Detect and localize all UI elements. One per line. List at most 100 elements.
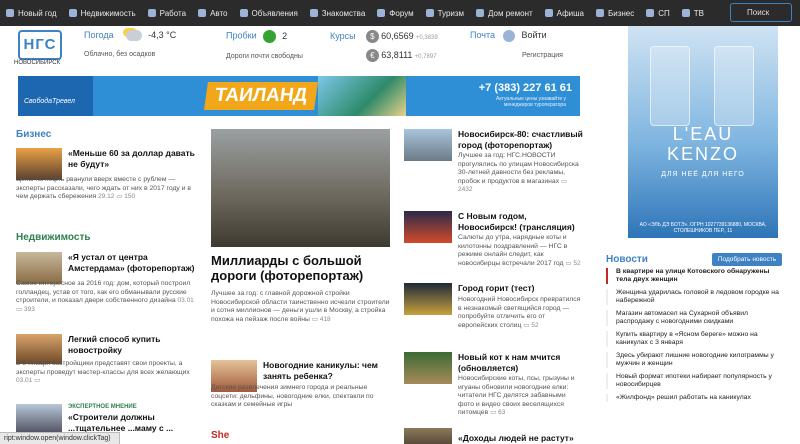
- expert-label: ЭКСПЕРТНОЕ МНЕНИЕ: [68, 404, 137, 410]
- news-item[interactable]: Женщина ударилась головой в ледовом горо…: [606, 289, 786, 305]
- news-item[interactable]: Здесь убирают лишние новогодние килограм…: [606, 352, 786, 368]
- article-title[interactable]: Легкий способ купить новостройку: [68, 334, 198, 356]
- article-lead: Самое интересное за 2016 год: дом, котор…: [16, 280, 194, 313]
- register-link[interactable]: Регистрация: [522, 52, 563, 59]
- article-title[interactable]: Новый кот к нам мчится (обновляется): [458, 352, 583, 374]
- section-news[interactable]: Новости: [606, 254, 648, 265]
- login-link[interactable]: Войти: [521, 30, 546, 40]
- tree-icon: [6, 9, 14, 17]
- nav-item-auto[interactable]: Авто: [198, 9, 228, 18]
- chat-icon: [377, 9, 386, 17]
- section-she[interactable]: She: [211, 430, 229, 441]
- article-title[interactable]: «Я устал от центра Амстердама» (фоторепо…: [68, 252, 198, 274]
- usd-delta: +0,3839: [415, 35, 438, 41]
- news-item[interactable]: Магазин автомасел на Сухарной объявил ра…: [606, 310, 786, 326]
- news-list: В квартире на улице Котовского обнаружен…: [606, 268, 786, 407]
- road-photo[interactable]: [211, 129, 390, 247]
- nav-item-tourism[interactable]: Туризм: [425, 9, 464, 18]
- nav-item-tv[interactable]: ТВ: [681, 9, 704, 18]
- car-icon: [198, 9, 207, 17]
- nav-item-new-year[interactable]: Новый год: [6, 9, 57, 18]
- search-button[interactable]: Поиск: [730, 3, 792, 22]
- plane-icon: [425, 9, 434, 17]
- perfume-bottle-left: [650, 46, 690, 126]
- nav-item-sp[interactable]: СП: [646, 9, 670, 18]
- fireworks-photo[interactable]: [404, 211, 452, 243]
- news-item[interactable]: Новый формат ипотеки набирает популярнос…: [606, 373, 786, 389]
- nav-item-home-repair[interactable]: Дом ремонт: [476, 9, 533, 18]
- site-logo[interactable]: НГС: [18, 30, 62, 60]
- tv-icon: [681, 9, 690, 17]
- perfume-bottle-right: [714, 46, 754, 126]
- article-lead: Цены на нефть рванули вверх вместе с руб…: [16, 176, 192, 200]
- traffic-level: 2: [282, 30, 288, 41]
- ad-legal: АО «ЭЛЬ ДЭ БОТЭ». ОГРН 1027739136880, МО…: [639, 222, 767, 234]
- nav-item-forum[interactable]: Форум: [377, 9, 414, 18]
- article-title[interactable]: «Доходы людей не растут»: [458, 433, 583, 444]
- article-title[interactable]: Город горит (тест): [458, 283, 583, 294]
- article-lead: В 8 января застройщики представят свои п…: [16, 360, 190, 384]
- night-city-photo[interactable]: [404, 283, 452, 315]
- section-business[interactable]: Бизнес: [16, 129, 51, 140]
- main-article-title[interactable]: Миллиарды с большой дороги (фоторепортаж…: [211, 253, 391, 283]
- user-icon: [503, 30, 516, 42]
- top-navigation: Новый год Недвижимость Работа Авто Объяв…: [0, 0, 800, 26]
- article-lead: Салюты до утра, нарядные коты и килотонн…: [458, 234, 581, 267]
- dollar-icon: $: [365, 30, 379, 43]
- traffic-widget[interactable]: Пробки 2 Дороги почти свободны: [226, 30, 303, 60]
- banner-logo: СвободаТревел: [18, 76, 93, 116]
- expert-photo[interactable]: [16, 404, 62, 432]
- tour-banner[interactable]: СвободаТревел ТАИЛАНД +7 (383) 227 61 61…: [18, 76, 580, 116]
- rates-link[interactable]: Курсы: [330, 31, 356, 41]
- traffic-status-icon: [262, 30, 276, 43]
- cart-icon: [646, 9, 655, 17]
- mail-link[interactable]: Почта: [470, 30, 495, 40]
- heart-icon: [309, 9, 318, 17]
- weather-description: Облачно, без осадков: [84, 51, 156, 59]
- article-lead: Детские развлечения зимнего города и реа…: [211, 384, 374, 408]
- traffic-link[interactable]: Пробки: [226, 31, 257, 41]
- news-item[interactable]: В квартире на улице Котовского обнаружен…: [606, 268, 786, 284]
- nav-item-dating[interactable]: Знакомства: [309, 9, 365, 18]
- ticket-icon: [544, 9, 553, 17]
- browser-status-bar: ript:window.open(window.clickTag): [0, 432, 120, 444]
- rates-widget[interactable]: Курсы $ 60,6569 +0,3839 € 63,8111 +0,789…: [330, 30, 438, 62]
- nav-item-jobs[interactable]: Работа: [147, 9, 186, 18]
- nav-item-ads[interactable]: Объявления: [239, 9, 298, 18]
- weather-temperature: -4,3 °С: [148, 30, 177, 40]
- income-photo[interactable]: [404, 428, 452, 444]
- briefcase-icon: [147, 9, 156, 17]
- weather-widget[interactable]: Погода -4,3 °С Облачно, без осадков: [84, 30, 176, 58]
- cloudy-sun-icon: [125, 30, 142, 42]
- city-photo[interactable]: [404, 129, 452, 161]
- section-realty[interactable]: Недвижимость: [16, 232, 91, 243]
- weather-link[interactable]: Погода: [84, 30, 114, 40]
- article-title[interactable]: «Меньше 60 за доллар давать не будут»: [68, 148, 198, 170]
- pick-news-button[interactable]: Подобрать новость: [712, 253, 782, 266]
- article-title[interactable]: Новосибирск-80: счастливый город (фоторе…: [458, 129, 583, 151]
- eur-rate: 63,8111: [381, 50, 413, 60]
- article-title[interactable]: Новогодние каникулы: чем занять ребенка?: [263, 360, 393, 382]
- nav-item-poster[interactable]: Афиша: [544, 9, 584, 18]
- chart-icon: [596, 9, 604, 17]
- banner-note: Актуальные цены узнавайте у менеджеров т…: [496, 96, 566, 108]
- news-item[interactable]: «Жилфонд» решил работать на каникулах: [606, 394, 786, 402]
- hammer-icon: [476, 9, 485, 17]
- logo-city: НОВОСИБИРСК: [14, 60, 61, 66]
- cat-photo[interactable]: [404, 352, 452, 384]
- nav-item-realty[interactable]: Недвижимость: [68, 9, 136, 18]
- kenzo-ad[interactable]: L'EAU KENZO ДЛЯ НЕЁ ДЛЯ НЕГО АО «ЭЛЬ ДЭ …: [628, 26, 778, 238]
- news-item[interactable]: Купить квартиру в «Ясном береге» можно н…: [606, 331, 786, 347]
- article-lead: Лучшее за год: НГС.НОВОСТИ прогулялись п…: [458, 152, 579, 193]
- nav-item-business[interactable]: Бизнес: [596, 9, 634, 18]
- euro-icon: €: [366, 49, 379, 62]
- article-lead: Новосибирские коты, псы, грызуны и игуан…: [458, 375, 575, 416]
- mail-widget: Почта Войти Регистрация: [470, 30, 563, 59]
- list-icon: [239, 9, 248, 17]
- usd-rate: 60,6569: [381, 31, 414, 41]
- ad-brand: L'EAU KENZO: [666, 124, 739, 164]
- banner-photo: [318, 76, 406, 116]
- article-title[interactable]: С Новым годом, Новосибирск! (трансляция): [458, 211, 583, 233]
- banner-title: ТАИЛАНД: [204, 82, 318, 110]
- traffic-description: Дороги почти свободны: [226, 53, 303, 60]
